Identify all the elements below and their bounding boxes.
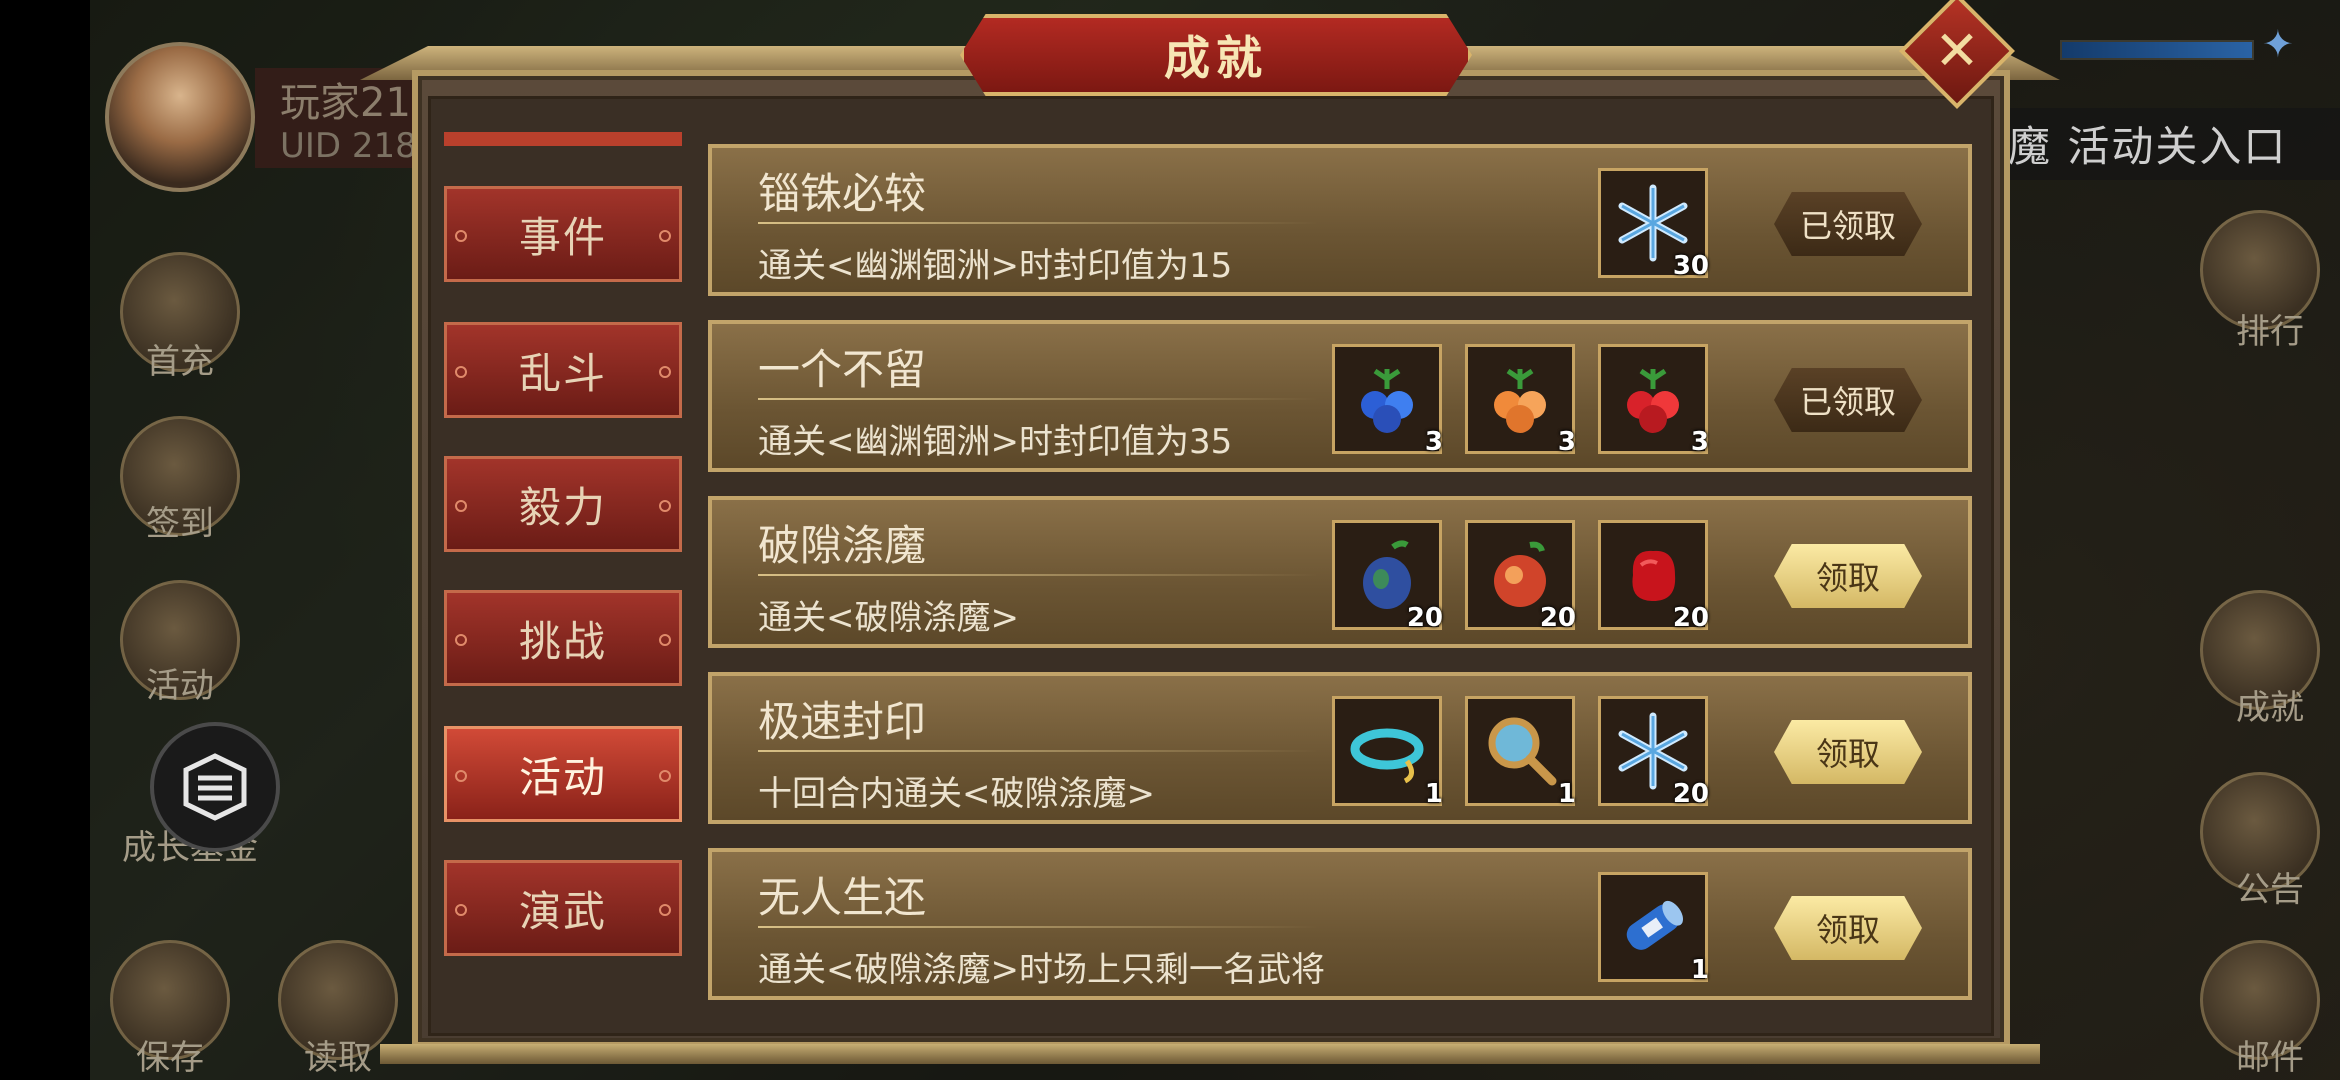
reward-count: 20 xyxy=(1406,603,1443,633)
achievement-row: 极速封印 十回合内通关<破隙涤魔> 1 1 20 领取 xyxy=(708,672,1972,824)
save-label: 保存 xyxy=(136,1038,204,1078)
tab-ornament-icon xyxy=(659,904,671,916)
reward-item[interactable]: 3 xyxy=(1598,344,1709,457)
achievement-title: 一个不留 xyxy=(758,345,927,394)
magnifier-icon xyxy=(1488,717,1557,786)
reward-count: 20 xyxy=(1672,603,1709,633)
tab-label: 事件 xyxy=(518,212,607,262)
reward-count: 3 xyxy=(1557,427,1576,457)
achievement-row: 锱铢必较 通关<幽渊锢洲>时封印值为15 30 已领取 xyxy=(708,144,1972,296)
red-berry-icon xyxy=(1627,368,1679,433)
row-divider xyxy=(758,926,1318,928)
energy-bar xyxy=(2060,40,2254,60)
tab-label: 挑战 xyxy=(518,616,607,666)
reward-count: 30 xyxy=(1672,251,1709,281)
reward-count: 3 xyxy=(1690,427,1709,457)
reward-count: 1 xyxy=(1557,779,1576,809)
tab-perseverance[interactable]: 毅力 xyxy=(444,456,682,552)
achievement-title: 极速封印 xyxy=(758,697,927,746)
blue-scroll-icon xyxy=(1626,900,1684,950)
achievement-title: 破隙涤魔 xyxy=(758,521,927,570)
achievement-desc: 通关<破隙涤魔> xyxy=(758,598,1019,638)
achievement-title: 锱铢必较 xyxy=(758,169,927,218)
achievement-row: 破隙涤魔 通关<破隙涤魔> 20 20 20 领取 xyxy=(708,496,1972,648)
reward-item[interactable]: 20 xyxy=(1332,520,1443,633)
tab-activity[interactable]: 活动 xyxy=(444,726,682,822)
row-divider xyxy=(758,574,1318,576)
claimed-button[interactable]: 已领取 xyxy=(1774,192,1922,256)
tab-ornament-icon xyxy=(659,500,671,512)
achievement-desc: 通关<破隙涤魔>时场上只剩一名武将 xyxy=(758,950,1325,990)
butterfly-icon[interactable]: ✦ xyxy=(2262,22,2294,66)
tab-event[interactable]: 事件 xyxy=(444,186,682,282)
first-recharge-label: 首充 xyxy=(146,342,214,382)
reward-item[interactable]: 1 xyxy=(1332,696,1443,809)
tab-ornament-icon xyxy=(659,770,671,782)
reward-item[interactable]: 20 xyxy=(1598,520,1709,633)
achievement-row: 一个不留 通关<幽渊锢洲>时封印值为35 3 3 3 已领取 xyxy=(708,320,1972,472)
achievement-desc: 十回合内通关<破隙涤魔> xyxy=(758,774,1155,814)
orange-berry-icon xyxy=(1494,368,1546,433)
dialog-title: 成就 xyxy=(1164,31,1268,85)
reward-item[interactable]: 3 xyxy=(1332,344,1443,457)
tab-ornament-icon xyxy=(455,770,467,782)
reward-count: 1 xyxy=(1424,779,1443,809)
achievement-row: 无人生还 通关<破隙涤魔>时场上只剩一名武将 1 领取 xyxy=(708,848,1972,1000)
floating-menu-button[interactable] xyxy=(150,722,280,852)
claimed-button[interactable]: 已领取 xyxy=(1774,368,1922,432)
mail-label: 邮件 xyxy=(2236,1038,2304,1078)
tab-label: 演武 xyxy=(518,886,607,936)
row-divider xyxy=(758,222,1318,224)
reward-count: 20 xyxy=(1672,779,1709,809)
close-icon: ✕ xyxy=(1934,19,1980,82)
tab-label: 乱斗 xyxy=(518,348,607,398)
player-uid: UID 218 xyxy=(280,126,417,166)
tab-ornament-icon xyxy=(659,634,671,646)
jade-ring-icon xyxy=(1350,728,1424,784)
reward-item[interactable]: 30 xyxy=(1598,168,1709,281)
achievement-desc: 通关<幽渊锢洲>时封印值为15 xyxy=(758,246,1233,286)
achievement-label: 成就 xyxy=(2236,688,2304,728)
row-divider xyxy=(758,750,1318,752)
tab-label: 活动 xyxy=(518,752,607,802)
tab-ornament-icon xyxy=(659,366,671,378)
tab-ornament-icon xyxy=(455,230,467,242)
tab-list-top xyxy=(444,132,682,146)
reward-count: 3 xyxy=(1424,427,1443,457)
reward-item[interactable]: 1 xyxy=(1598,872,1709,985)
reward-item[interactable]: 1 xyxy=(1465,696,1576,809)
ranking-label: 排行 xyxy=(2236,312,2304,352)
tab-brawl[interactable]: 乱斗 xyxy=(444,322,682,418)
tab-ornament-icon xyxy=(659,230,671,242)
tab-challenge[interactable]: 挑战 xyxy=(444,590,682,686)
reward-item[interactable]: 3 xyxy=(1465,344,1576,457)
claim-button[interactable]: 领取 xyxy=(1774,544,1922,608)
player-avatar[interactable] xyxy=(105,42,255,192)
checkin-label: 签到 xyxy=(146,504,214,544)
cube-icon xyxy=(183,753,247,821)
claim-button[interactable]: 领取 xyxy=(1774,896,1922,960)
achievement-title: 无人生还 xyxy=(758,873,927,922)
reward-item[interactable]: 20 xyxy=(1598,696,1709,809)
tab-ornament-icon xyxy=(455,366,467,378)
tab-ornament-icon xyxy=(455,634,467,646)
achievement-desc: 通关<幽渊锢洲>时封印值为35 xyxy=(758,422,1233,462)
reward-count: 20 xyxy=(1539,603,1576,633)
blue-berry-icon xyxy=(1361,368,1413,433)
tab-label: 毅力 xyxy=(518,482,607,532)
claim-button[interactable]: 领取 xyxy=(1774,720,1922,784)
event-entry-label: 魔 活动关入口 xyxy=(2008,122,2288,171)
dialog-bottom-frame xyxy=(380,1044,2040,1064)
reward-count: 1 xyxy=(1690,955,1709,985)
activity-label: 活动 xyxy=(146,666,214,706)
tab-ornament-icon xyxy=(455,904,467,916)
row-divider xyxy=(758,398,1318,400)
tab-ornament-icon xyxy=(455,500,467,512)
notice-label: 公告 xyxy=(2236,870,2304,910)
reward-item[interactable]: 20 xyxy=(1465,520,1576,633)
tab-martial-drill[interactable]: 演武 xyxy=(444,860,682,956)
